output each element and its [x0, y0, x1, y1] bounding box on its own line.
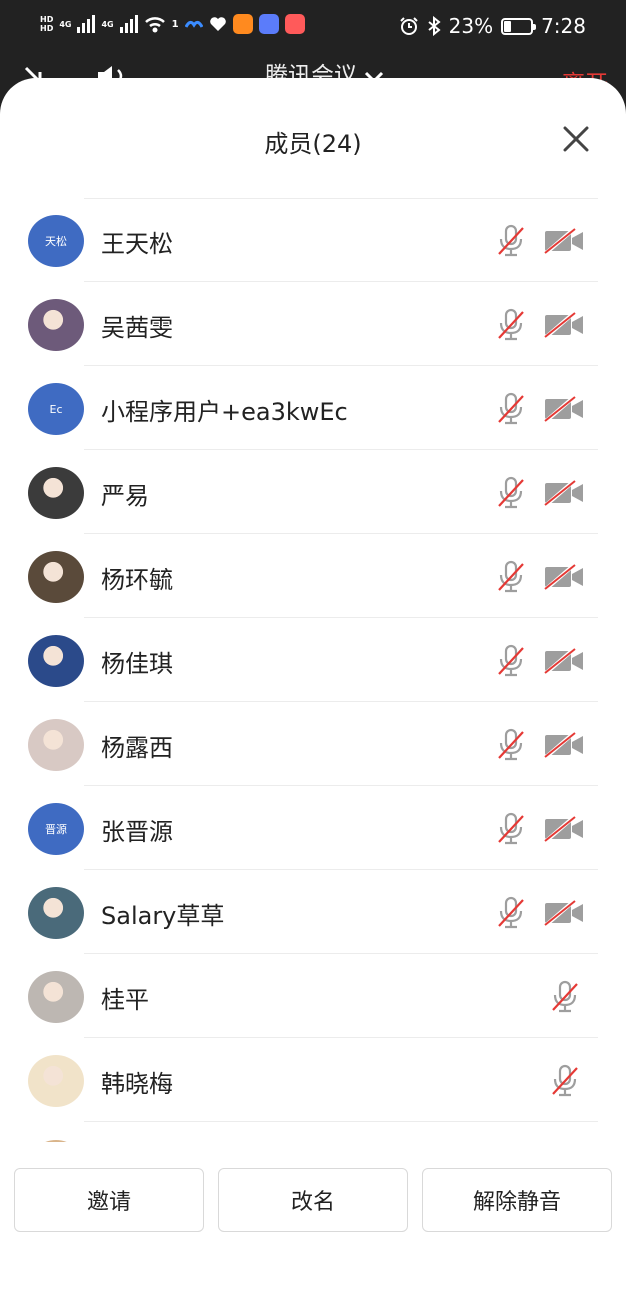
mic-muted-icon	[498, 728, 524, 761]
shop-app-icon	[284, 14, 305, 34]
avatar: 天松	[28, 215, 84, 267]
heart-icon	[209, 17, 226, 31]
camera-off-icon	[543, 396, 583, 422]
member-name: 杨佳琪	[101, 650, 173, 678]
battery-percent: 23%	[448, 14, 494, 38]
members-panel: 成员(24) 天松 王天松吴茜雯 Ec 小程序用户+ea3kwEc 严易杨环毓杨佳琪杨露…	[0, 78, 626, 1295]
member-name: 桂平	[101, 986, 149, 1014]
status-bar: HD HD 4G 4G 1 23% 7:28	[0, 0, 626, 56]
avatar: 晋源	[28, 803, 84, 855]
avatar	[28, 299, 84, 351]
mic-muted-icon	[498, 560, 524, 593]
camera-off-icon	[543, 312, 583, 338]
member-name: Salary草草	[101, 902, 225, 930]
camera-off-icon	[543, 732, 583, 758]
mic-muted-icon	[498, 476, 524, 509]
mic-muted-icon	[498, 644, 524, 677]
member-row[interactable]: 杨露西	[0, 702, 626, 786]
avatar	[28, 1140, 84, 1142]
member-name: 王天松	[101, 230, 173, 258]
screen: HD HD 4G 4G 1 23% 7:28 腾讯会议 成员(24) 天松 王天…	[0, 0, 626, 1295]
clock: 7:28	[541, 14, 586, 38]
avatar	[28, 887, 84, 939]
bluetooth-icon	[428, 16, 441, 36]
app-bird-icon	[184, 20, 203, 28]
camera-off-icon	[543, 228, 583, 254]
member-row[interactable]: 韩晓梅	[0, 1038, 626, 1122]
camera-off-icon	[543, 816, 583, 842]
member-name: 吴茜雯	[101, 314, 173, 342]
member-name: 杨环毓	[101, 566, 173, 594]
mic-muted-icon	[498, 224, 524, 257]
member-row[interactable]: 吴茜雯	[0, 282, 626, 366]
member-name: 张晋源	[101, 818, 173, 846]
member-name: 韩晓梅	[101, 1070, 173, 1098]
avatar	[28, 1055, 84, 1107]
avatar: Ec	[28, 383, 84, 435]
hd-indicators: HD HD	[40, 15, 53, 33]
avatar	[28, 719, 84, 771]
status-left: HD HD 4G 4G 1	[40, 14, 305, 34]
mic-muted-icon	[498, 308, 524, 341]
mic-muted-icon	[498, 812, 524, 845]
member-name: 严易	[101, 482, 149, 510]
member-row[interactable]: Salary草草	[0, 870, 626, 954]
close-icon[interactable]	[560, 123, 592, 155]
member-row[interactable]: 晋源 张晋源	[0, 786, 626, 870]
avatar	[28, 551, 84, 603]
camera-off-icon	[543, 564, 583, 590]
member-row[interactable]: 杨环毓	[0, 534, 626, 618]
member-row[interactable]: 天松 王天松	[0, 198, 626, 282]
wifi-count: 1	[171, 18, 179, 30]
mic-muted-icon	[498, 896, 524, 929]
camera-off-icon	[543, 900, 583, 926]
panel-title: 成员(24)	[264, 130, 362, 158]
network-label-2: 4G	[101, 19, 114, 29]
hd-label-2: HD	[40, 24, 54, 33]
member-row[interactable]: Ec 小程序用户+ea3kwEc	[0, 366, 626, 450]
mic-muted-icon	[552, 1064, 578, 1097]
battery-icon	[501, 17, 537, 35]
network-label-1: 4G	[59, 19, 72, 29]
member-row[interactable]: 桂平	[0, 954, 626, 1038]
avatar	[28, 971, 84, 1023]
rename-button[interactable]: 改名	[218, 1168, 408, 1232]
wifi-icon	[144, 17, 165, 33]
hd-label-1: HD	[40, 15, 54, 24]
mic-muted-icon	[498, 392, 524, 425]
signal-icon	[77, 15, 96, 33]
member-row[interactable]: 严易	[0, 450, 626, 534]
music-app-icon	[258, 14, 279, 34]
avatar	[28, 635, 84, 687]
invite-button[interactable]: 邀请	[14, 1168, 204, 1232]
taobao-app-icon	[232, 14, 253, 34]
signal-icon-2	[119, 15, 138, 33]
alarm-icon	[399, 17, 418, 35]
avatar	[28, 467, 84, 519]
unmute-all-button[interactable]: 解除静音	[422, 1168, 612, 1232]
camera-off-icon	[543, 648, 583, 674]
member-name: 小程序用户+ea3kwEc	[101, 398, 348, 426]
member-list[interactable]: 天松 王天松 吴茜雯 Ec 小程序用户+ea3kwEc 严易 杨环毓 杨佳琪 杨露西 晋源 张晋源 …	[0, 198, 626, 1142]
member-name: 杨露西	[101, 734, 173, 762]
status-right: 23% 7:28	[399, 14, 586, 38]
row-divider	[84, 1121, 598, 1122]
mic-muted-icon	[552, 980, 578, 1013]
member-row[interactable]: 杨佳琪	[0, 618, 626, 702]
camera-off-icon	[543, 480, 583, 506]
